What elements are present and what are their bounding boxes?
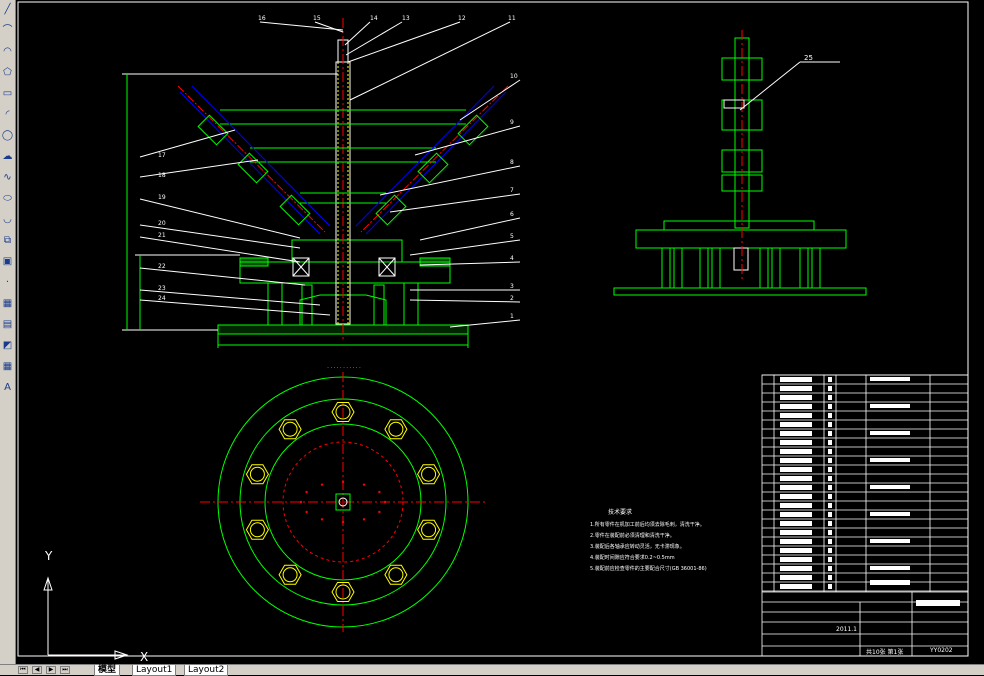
tb-sheet: 共10张 第1张: [866, 648, 903, 656]
ucs-icon: [43, 576, 129, 660]
balloon-18: 18: [158, 172, 166, 179]
balloon-19: 19: [158, 194, 166, 201]
tech-note: 2.零件在装配前必须清理和清洗干净。: [590, 532, 675, 539]
balloon-11: 11: [508, 15, 516, 22]
balloon-10: 10: [510, 73, 518, 80]
tab-layout2[interactable]: Layout2: [184, 665, 229, 676]
region-icon[interactable]: ◩: [1, 340, 14, 352]
point-icon[interactable]: ·: [1, 277, 14, 289]
sheet-border: [17, 1, 969, 657]
balloon-1: 1: [510, 313, 514, 320]
svg-text:· · · · · · · · · · ·: · · · · · · · · · · ·: [327, 365, 361, 371]
tech-title: 技术要求: [608, 508, 632, 516]
balloon-16: 16: [258, 15, 266, 22]
balloon-14: 14: [370, 15, 378, 22]
balloon-13: 13: [402, 15, 410, 22]
polyline-icon[interactable]: ⌒: [1, 25, 14, 37]
hatch-icon[interactable]: ▦: [1, 298, 14, 310]
tech-note: 5.装配前应检查零件的主要配合尺寸(GB 36001-86): [590, 565, 707, 572]
tb-drawing-no: YY0202: [929, 647, 953, 654]
balloon-24: 24: [158, 295, 166, 302]
ellipse-arc-icon[interactable]: ◡: [1, 214, 14, 226]
bolt-head: [417, 519, 441, 540]
multiline-text-icon[interactable]: A: [1, 382, 14, 394]
draw-toolbar: ╱ ⌒ ◠ ⬠ ▭ ◜ ◯ ☁ ∿ ⬭ ◡ ⧉ ▣ · ▦ ▤ ◩ ▦ A: [0, 0, 16, 664]
main-view: [122, 18, 521, 348]
balloon-5: 5: [510, 233, 514, 240]
balloon-15: 15: [313, 15, 321, 22]
balloon-9: 9: [510, 119, 514, 126]
prev-tab-button[interactable]: ◀: [32, 666, 42, 674]
side-balloon: 25: [804, 54, 813, 62]
line-icon[interactable]: ╱: [1, 4, 14, 16]
balloon-12: 12: [458, 15, 466, 22]
insert-block-icon[interactable]: ⧉: [1, 235, 14, 247]
tab-model[interactable]: 模型: [94, 665, 121, 676]
gradient-icon[interactable]: ▤: [1, 319, 14, 331]
side-view: [613, 30, 867, 296]
make-block-icon[interactable]: ▣: [1, 256, 14, 268]
balloon-2: 2: [510, 295, 514, 302]
polygon-icon[interactable]: ⬠: [1, 67, 14, 79]
arc-icon[interactable]: ◠: [1, 46, 14, 58]
balloon-8: 8: [510, 159, 514, 166]
balloon-23: 23: [158, 285, 166, 292]
spline-icon[interactable]: ∿: [1, 172, 14, 184]
balloon-21: 21: [158, 232, 166, 239]
ellipse-icon[interactable]: ⬭: [1, 193, 14, 205]
balloon-4: 4: [510, 255, 514, 262]
first-tab-button[interactable]: ⏮: [18, 666, 28, 674]
ucs-x-label: X: [140, 650, 148, 664]
tb-date: 2011.1: [836, 626, 857, 633]
bolt-head: [384, 564, 408, 585]
arc-tool-icon[interactable]: ◜: [1, 109, 14, 121]
table-icon[interactable]: ▦: [1, 361, 14, 373]
bolt-head: [245, 519, 269, 540]
tab-layout1[interactable]: Layout1: [132, 665, 177, 676]
layout-tab-bar: ⏮ ◀ ▶ ⏭ 模型 Layout1 Layout2: [0, 664, 984, 676]
rectangle-icon[interactable]: ▭: [1, 88, 14, 100]
tech-notes: 1.所有零件在机加工前后均须去除毛刺，清洗干净。 2.零件在装配前必须清理和清洗干…: [590, 521, 707, 572]
balloon-20: 20: [158, 220, 166, 227]
balloon-3: 3: [510, 283, 514, 290]
balloon-6: 6: [510, 211, 514, 218]
last-tab-button[interactable]: ⏭: [60, 666, 70, 674]
tech-note: 1.所有零件在机加工前后均须去除毛刺，清洗干净。: [590, 521, 705, 528]
revision-cloud-icon[interactable]: ☁: [1, 151, 14, 163]
bolt-head: [278, 419, 302, 440]
balloon-17: 17: [158, 152, 166, 159]
balloon-22: 22: [158, 263, 166, 270]
balloon-7: 7: [510, 187, 514, 194]
bolt-head: [417, 464, 441, 485]
ucs-y-label: Y: [44, 549, 53, 563]
next-tab-button[interactable]: ▶: [46, 666, 56, 674]
bolt-head: [278, 564, 302, 585]
tech-note: 4.装配时间隙应符合要求0.2~0.5mm: [590, 554, 675, 561]
drawing-canvas[interactable]: 11 12 13 14 15 16 10 9 8 7 6 5 4 3 2 1 17 18 19 20 21 22 23 24 …: [16, 0, 984, 664]
tech-note: 3.装配后各轴承应转动灵活，无卡滞现象。: [590, 543, 685, 550]
bolt-head: [384, 419, 408, 440]
circle-icon[interactable]: ◯: [1, 130, 14, 142]
bolt-head: [245, 464, 269, 485]
